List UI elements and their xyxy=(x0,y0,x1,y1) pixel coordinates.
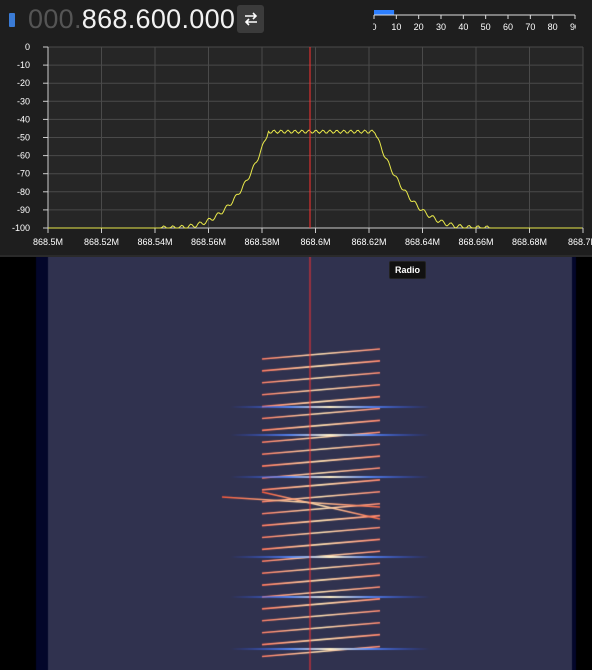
spectrum-y-tick-label: -20 xyxy=(17,78,30,88)
spectrum-y-tick-label: 0 xyxy=(25,42,30,52)
spectrum-y-tick-label: -10 xyxy=(17,60,30,70)
meter-tick-label: 90 xyxy=(570,22,576,32)
spectrum-x-tick-label: 868.6M xyxy=(300,237,330,247)
meter-tick-label: 10 xyxy=(391,22,401,32)
play-indicator-icon[interactable] xyxy=(9,13,15,27)
spectrum-x-tick-label: 868.7M xyxy=(568,237,592,247)
spectrum-y-tick-label: -90 xyxy=(17,205,30,215)
meter-level-bar xyxy=(374,10,395,15)
spectrum-y-tick-label: -50 xyxy=(17,133,30,143)
swap-arrows-icon xyxy=(244,12,257,26)
spectrum-x-tick-label: 868.68M xyxy=(512,237,547,247)
meter-tick-label: 30 xyxy=(436,22,446,32)
spectrum-y-tick-label: -60 xyxy=(17,151,30,161)
frequency-value[interactable]: 868.600.000 xyxy=(82,4,235,34)
meter-tick-label: 50 xyxy=(481,22,491,32)
spectrum-x-tick-label: 868.66M xyxy=(458,237,493,247)
spectrum-y-tick-label: -100 xyxy=(12,223,30,233)
spectrum-x-tick-label: 868.56M xyxy=(191,237,226,247)
meter-tick-label: 40 xyxy=(458,22,468,32)
spectrum-y-tick-label: -40 xyxy=(17,114,30,124)
frequency-display[interactable]: 000.868.600.000 xyxy=(28,4,235,35)
swap-button[interactable] xyxy=(237,5,264,33)
meter-tick-label: 0 xyxy=(373,22,377,32)
spectrum-x-tick-label: 868.54M xyxy=(137,237,172,247)
spectrum-x-tick-label: 868.58M xyxy=(244,237,279,247)
frequency-leading-digits[interactable]: 000. xyxy=(28,4,82,34)
spectrum-x-tick-label: 868.52M xyxy=(84,237,119,247)
spectrum-x-tick-label: 868.64M xyxy=(405,237,440,247)
spectrum-y-tick-label: -80 xyxy=(17,187,30,197)
signal-level-meter: 0 10 20 30 40 50 60 70 80 90 xyxy=(373,10,576,32)
spectrum-x-tick-label: 868.5M xyxy=(33,237,63,247)
waterfall-display[interactable] xyxy=(0,257,592,670)
top-toolbar: 000.868.600.000 0 10 20 30 40 50 60 70 80 90 xyxy=(0,0,592,40)
meter-tick-label: 20 xyxy=(414,22,424,32)
meter-tick-label: 60 xyxy=(503,22,513,32)
spectrum-x-tick-label: 868.62M xyxy=(351,237,386,247)
spectrum-plot[interactable]: 0 -10 -20 -30 -40 -50 -60 -70 -80 -90 -100868.5M 86… xyxy=(0,40,592,255)
meter-tick-label: 70 xyxy=(525,22,535,32)
spectrum-y-tick-label: -70 xyxy=(17,169,30,179)
meter-tick-label: 80 xyxy=(548,22,558,32)
spectrum-y-tick-label: -30 xyxy=(17,96,30,106)
vfo-radio-label[interactable]: Radio xyxy=(389,261,427,279)
waterfall-canvas[interactable] xyxy=(0,257,592,670)
